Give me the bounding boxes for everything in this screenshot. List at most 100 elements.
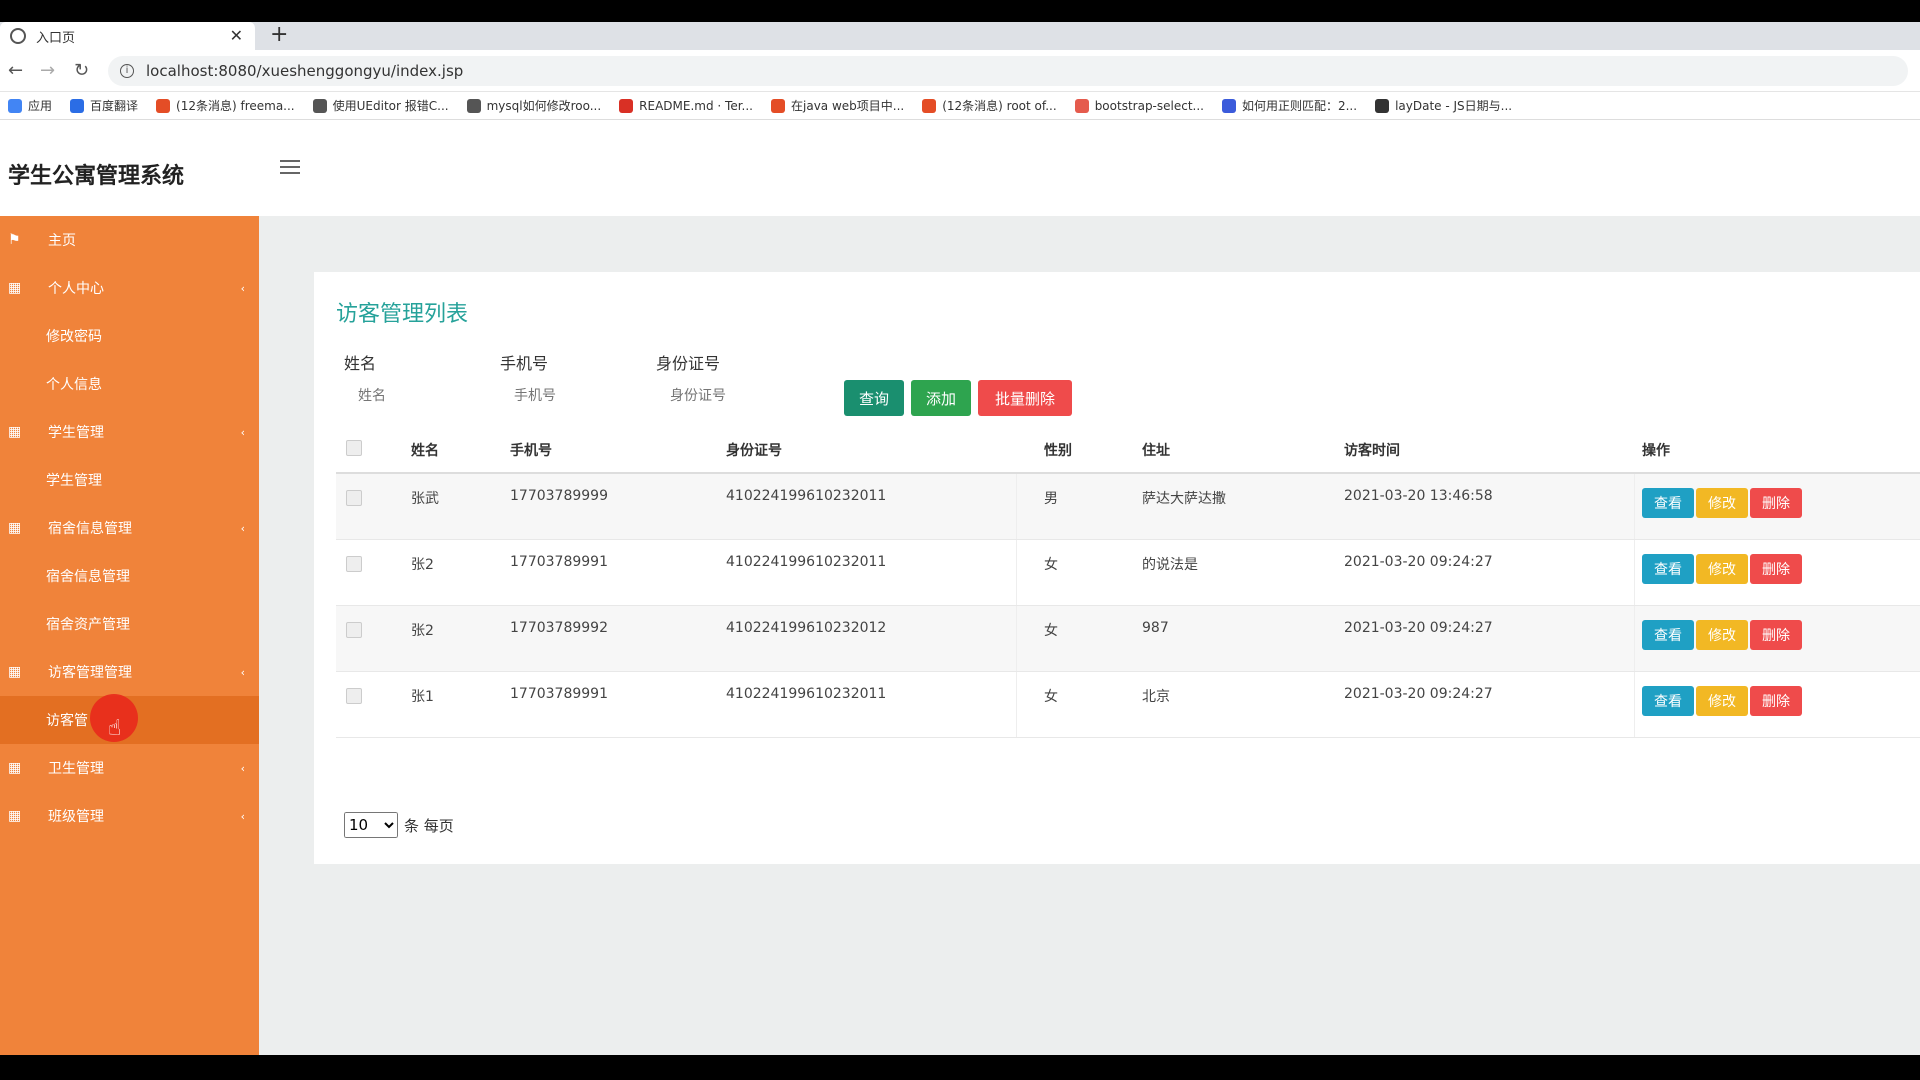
page-size-suffix: 条 每页 — [404, 816, 454, 835]
cell-phone: 17703789991 — [510, 554, 608, 570]
delete-button[interactable]: 删除 — [1750, 554, 1802, 584]
sidebar-item[interactable]: ▦ 卫生管理 ‹ — [0, 744, 259, 792]
sidebar-item[interactable]: ▦ 学生管理 ‹ — [0, 408, 259, 456]
visitor-panel: 访客管理列表 姓名 手机号 身份证号 查询 添加 批量删除 — [314, 272, 1920, 864]
sidebar-item-label: 访客管 — [46, 713, 88, 729]
sidebar-item[interactable]: ▦ 班级管理 ‹ — [0, 792, 259, 840]
column-divider — [1634, 540, 1635, 605]
url-text: localhost:8080/xueshenggongyu/index.jsp — [146, 62, 464, 80]
bookmark-favicon-icon — [1074, 98, 1089, 113]
query-button[interactable]: 查询 — [844, 380, 904, 416]
main-content: 访客管理列表 姓名 手机号 身份证号 查询 添加 批量删除 — [259, 216, 1920, 1055]
bookmark-label: (12条消息) freema... — [176, 99, 295, 113]
sidebar-item[interactable]: ▦ 宿舍信息管理 ‹ — [0, 504, 259, 552]
sidebar-item-label: 宿舍资产管理 — [46, 617, 130, 633]
select-all-checkbox[interactable] — [346, 440, 362, 456]
phone-input[interactable] — [500, 382, 630, 410]
cell-id: 410224199610232011 — [726, 488, 887, 504]
bookmark-favicon-icon — [922, 98, 937, 113]
browser-tab[interactable]: 入口页 ✕ — [0, 22, 255, 50]
bookmark-label: bootstrap-select... — [1094, 98, 1204, 113]
cell-time: 2021-03-20 09:24:27 — [1344, 554, 1493, 570]
bookmark-item[interactable]: 百度翻译 — [70, 97, 138, 114]
close-icon[interactable]: ✕ — [230, 26, 243, 45]
reload-icon[interactable]: ↻ — [74, 60, 89, 81]
bookmark-favicon-icon — [1375, 98, 1390, 113]
row-checkbox[interactable] — [346, 688, 362, 704]
menu-icon[interactable] — [280, 160, 300, 176]
bookmark-item[interactable]: 在java web项目中... — [771, 97, 904, 114]
sidebar-item[interactable]: 学生管理 — [0, 456, 259, 504]
header-phone: 手机号 — [510, 443, 552, 459]
bookmark-item[interactable]: 应用 — [8, 97, 52, 114]
bookmark-item[interactable]: 如何用正则匹配：2... — [1221, 97, 1358, 114]
bookmark-item[interactable]: layDate - JS日期与... — [1375, 97, 1512, 114]
column-divider — [1016, 474, 1017, 539]
bookmark-label: 如何用正则匹配：2... — [1241, 99, 1358, 113]
delete-button[interactable]: 删除 — [1750, 488, 1802, 518]
sidebar: ⚑ 主页 ▦ 个人中心 ‹ 修改密码 个人信息 ▦ 学生管理 ‹ 学生管理 ▦ 宿舍信息管理 ‹ 宿舍信息管… — [0, 216, 259, 1055]
view-button[interactable]: 查看 — [1642, 686, 1694, 716]
header-id: 身份证号 — [726, 443, 782, 459]
name-search-field: 姓名 — [344, 350, 474, 410]
sidebar-item[interactable]: ▦ 访客管理管理 ‹ — [0, 648, 259, 696]
edit-button[interactable]: 修改 — [1696, 488, 1748, 518]
sidebar-item-label: 学生管理 — [46, 473, 102, 489]
forward-icon[interactable]: → — [40, 60, 55, 81]
sidebar-item[interactable]: 个人信息 — [0, 360, 259, 408]
bookmark-item[interactable]: README.md · Ter... — [619, 98, 753, 113]
bookmark-item[interactable]: 使用UEditor 报错C... — [312, 97, 449, 114]
id-input[interactable] — [656, 382, 786, 410]
row-checkbox[interactable] — [346, 556, 362, 572]
bookmark-item[interactable]: bootstrap-select... — [1074, 98, 1204, 113]
batch-delete-button[interactable]: 批量删除 — [978, 380, 1072, 416]
bookmark-item[interactable]: (12条消息) freema... — [156, 97, 295, 114]
sidebar-item[interactable]: 宿舍资产管理 — [0, 600, 259, 648]
sidebar-item[interactable]: ⚑ 主页 — [0, 216, 259, 264]
top-letterbox — [0, 0, 1920, 22]
new-tab-icon[interactable]: + — [270, 22, 288, 47]
info-icon[interactable]: i — [120, 64, 134, 78]
panel-title: 访客管理列表 — [336, 302, 469, 327]
sidebar-item-label: 个人信息 — [46, 377, 102, 393]
sidebar-item[interactable]: 宿舍信息管理 — [0, 552, 259, 600]
bookmarks-bar: 应用 百度翻译 (12条消息) freema... 使用UEditor 报错C... m… — [0, 92, 1920, 120]
sidebar-item-label: 宿舍信息管理 — [48, 521, 132, 537]
page-size-select[interactable]: 10 — [344, 812, 398, 838]
cell-phone: 17703789999 — [510, 488, 608, 504]
cell-phone: 17703789992 — [510, 620, 608, 636]
sidebar-item[interactable]: 修改密码 — [0, 312, 259, 360]
sidebar-item[interactable]: ▦ 个人中心 ‹ — [0, 264, 259, 312]
url-field[interactable]: i localhost:8080/xueshenggongyu/index.js… — [108, 56, 1908, 86]
row-checkbox[interactable] — [346, 490, 362, 506]
app-header: 学生公寓管理系统 — [0, 120, 1920, 216]
edit-button[interactable]: 修改 — [1696, 554, 1748, 584]
bookmark-label: layDate - JS日期与... — [1395, 99, 1513, 113]
cell-name: 张1 — [411, 689, 434, 705]
cell-gender: 女 — [1044, 557, 1058, 573]
bookmark-item[interactable]: mysql如何修改roo... — [466, 97, 601, 114]
edit-button[interactable]: 修改 — [1696, 620, 1748, 650]
cell-name: 张武 — [411, 491, 439, 507]
sidebar-item-label: 班级管理 — [48, 809, 104, 825]
bookmark-label: 使用UEditor 报错C... — [332, 99, 449, 113]
app-root: 学生公寓管理系统 ⚑ 主页 ▦ 个人中心 ‹ 修改密码 个人信息 ▦ 学生管理 ‹ 学生管理 ▦ 宿舍信… — [0, 120, 1920, 1055]
delete-button[interactable]: 删除 — [1750, 620, 1802, 650]
edit-button[interactable]: 修改 — [1696, 686, 1748, 716]
grid-icon: ▦ — [8, 280, 22, 296]
add-button[interactable]: 添加 — [911, 380, 971, 416]
back-icon[interactable]: ← — [8, 60, 23, 81]
view-button[interactable]: 查看 — [1642, 620, 1694, 650]
view-button[interactable]: 查看 — [1642, 488, 1694, 518]
chevron-icon: ‹ — [240, 761, 245, 775]
grid-icon: ▦ — [8, 760, 22, 776]
view-button[interactable]: 查看 — [1642, 554, 1694, 584]
delete-button[interactable]: 删除 — [1750, 686, 1802, 716]
name-input[interactable] — [344, 382, 474, 410]
sidebar-item-label: 修改密码 — [46, 329, 102, 345]
bookmark-item[interactable]: (12条消息) root of... — [922, 97, 1057, 114]
row-checkbox[interactable] — [346, 622, 362, 638]
globe-icon — [10, 28, 26, 44]
sidebar-item-label: 主页 — [48, 233, 76, 249]
address-bar: ← → ↻ i localhost:8080/xueshenggongyu/in… — [0, 50, 1920, 92]
